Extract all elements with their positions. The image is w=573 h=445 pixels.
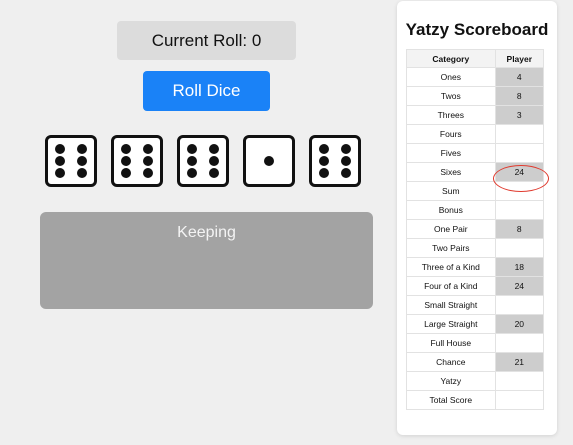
die-pip bbox=[55, 167, 66, 178]
score-category: Large Straight bbox=[406, 314, 496, 334]
die-pip bbox=[76, 144, 87, 155]
die-pip bbox=[187, 144, 198, 155]
current-roll-display: Current Roll: 0 bbox=[117, 21, 296, 60]
score-table: Category Player Ones 4 Twos 8 Threes 3 Fours Fi… bbox=[406, 49, 545, 410]
die-pip bbox=[55, 156, 66, 166]
score-category: Two Pairs bbox=[406, 238, 496, 258]
die-1[interactable] bbox=[45, 135, 97, 187]
score-category: Sixes bbox=[406, 162, 496, 182]
die-2[interactable] bbox=[111, 135, 163, 187]
score-value[interactable] bbox=[494, 143, 545, 163]
die-pip bbox=[208, 144, 219, 155]
die-pip bbox=[76, 156, 87, 166]
score-category: Total Score bbox=[406, 390, 496, 410]
score-category: Sum bbox=[406, 181, 496, 201]
die-pip bbox=[187, 167, 198, 178]
score-category: Fives bbox=[406, 143, 496, 163]
score-row: Chance 21 bbox=[406, 352, 545, 372]
keeping-label: Keeping bbox=[177, 224, 236, 241]
score-category: Fours bbox=[406, 124, 496, 144]
die-pip bbox=[340, 156, 351, 166]
score-value[interactable]: 4 bbox=[494, 67, 545, 87]
die-pip bbox=[208, 167, 219, 178]
score-row: Bonus bbox=[406, 200, 545, 220]
score-value[interactable] bbox=[494, 371, 545, 391]
score-value[interactable]: 24 bbox=[494, 276, 545, 296]
score-category: Threes bbox=[406, 105, 496, 125]
score-row: Small Straight bbox=[406, 295, 545, 315]
score-value[interactable] bbox=[494, 333, 545, 353]
score-value[interactable] bbox=[494, 238, 545, 258]
score-row: Fours bbox=[406, 124, 545, 144]
keeping-area[interactable]: Keeping bbox=[40, 212, 373, 309]
scoreboard-panel: Yatzy Scoreboard Category Player Ones 4 Tw… bbox=[397, 1, 557, 435]
score-value[interactable]: 8 bbox=[494, 86, 545, 106]
die-pip bbox=[340, 167, 351, 178]
score-table-header-row: Category Player bbox=[406, 49, 545, 68]
score-category: One Pair bbox=[406, 219, 496, 239]
score-row: Yatzy bbox=[406, 371, 545, 391]
category-header: Category bbox=[406, 49, 496, 68]
score-row: Large Straight 20 bbox=[406, 314, 545, 334]
score-row: Total Score bbox=[406, 390, 545, 410]
score-category: Twos bbox=[406, 86, 496, 106]
score-value[interactable]: 8 bbox=[494, 219, 545, 239]
score-value[interactable]: 18 bbox=[494, 257, 545, 277]
die-pip bbox=[142, 144, 153, 155]
score-category: Yatzy bbox=[406, 371, 496, 391]
score-category: Ones bbox=[406, 67, 496, 87]
die-pip bbox=[208, 156, 219, 166]
score-value[interactable] bbox=[494, 124, 545, 144]
score-value[interactable] bbox=[494, 181, 545, 201]
die-4[interactable] bbox=[243, 135, 295, 187]
score-table-body: Ones 4 Twos 8 Threes 3 Fours Fives Sixes 24 Sum Bon… bbox=[406, 67, 545, 410]
score-row: Three of a Kind 18 bbox=[406, 257, 545, 277]
die-pip bbox=[264, 156, 274, 166]
roll-dice-button[interactable]: Roll Dice bbox=[143, 71, 270, 111]
die-pip bbox=[319, 144, 330, 155]
score-category: Small Straight bbox=[406, 295, 496, 315]
die-pip bbox=[55, 144, 66, 155]
die-pip bbox=[319, 167, 330, 178]
score-row: Twos 8 bbox=[406, 86, 545, 106]
die-pip bbox=[340, 144, 351, 155]
die-pip bbox=[121, 167, 132, 178]
score-row: Four of a Kind 24 bbox=[406, 276, 545, 296]
score-category: Chance bbox=[406, 352, 496, 372]
score-category: Bonus bbox=[406, 200, 496, 220]
score-row: Sum bbox=[406, 181, 545, 201]
score-value[interactable] bbox=[494, 295, 545, 315]
die-pip bbox=[142, 156, 153, 166]
score-row: One Pair 8 bbox=[406, 219, 545, 239]
die-3[interactable] bbox=[177, 135, 229, 187]
die-pip bbox=[142, 167, 153, 178]
score-value[interactable]: 21 bbox=[494, 352, 545, 372]
score-row: Fives bbox=[406, 143, 545, 163]
die-pip bbox=[187, 156, 198, 166]
score-value[interactable]: 3 bbox=[494, 105, 545, 125]
die-pip bbox=[121, 144, 132, 155]
score-category: Three of a Kind bbox=[406, 257, 496, 277]
die-pip bbox=[121, 156, 132, 166]
score-value[interactable] bbox=[494, 390, 545, 410]
score-row: Sixes 24 bbox=[406, 162, 545, 182]
die-5[interactable] bbox=[309, 135, 361, 187]
score-row: Full House bbox=[406, 333, 545, 353]
score-category: Four of a Kind bbox=[406, 276, 496, 296]
score-value[interactable]: 20 bbox=[494, 314, 545, 334]
score-value[interactable] bbox=[494, 200, 545, 220]
score-row: Ones 4 bbox=[406, 67, 545, 87]
score-value[interactable]: 24 bbox=[494, 162, 545, 182]
score-row: Threes 3 bbox=[406, 105, 545, 125]
scoreboard-title: Yatzy Scoreboard bbox=[405, 20, 549, 39]
die-pip bbox=[319, 156, 330, 166]
score-category: Full House bbox=[406, 333, 496, 353]
player-header: Player bbox=[494, 49, 545, 68]
die-pip bbox=[76, 167, 87, 178]
score-row: Two Pairs bbox=[406, 238, 545, 258]
